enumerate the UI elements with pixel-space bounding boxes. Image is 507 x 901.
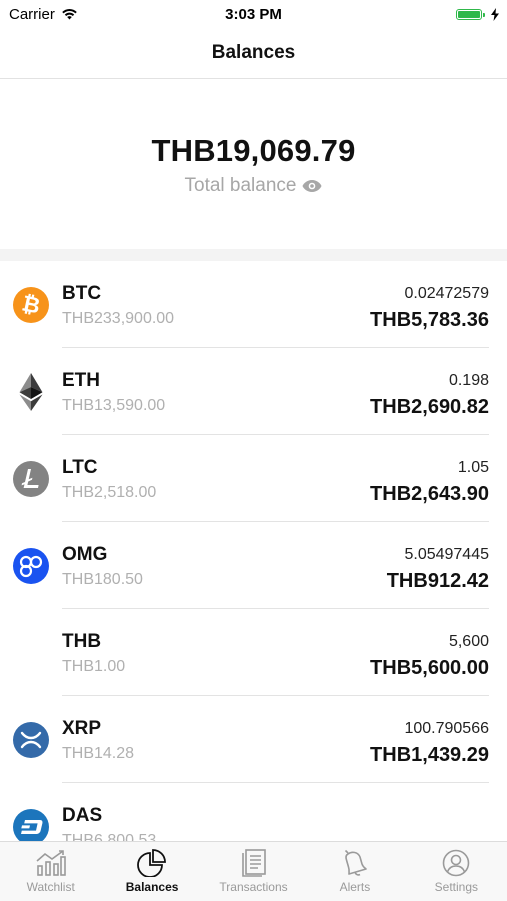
asset-price: THB1.00 bbox=[62, 658, 126, 675]
balance-list[interactable]: ₿ BTC THB233,900.00 0.02472579 THB5,783.… bbox=[0, 261, 507, 841]
balance-row-thb[interactable]: THB THB1.00 5,600 THB5,600.00 bbox=[0, 609, 507, 696]
carrier-label: Carrier bbox=[9, 5, 55, 23]
litecoin-icon bbox=[13, 461, 49, 497]
tab-label: Settings bbox=[434, 880, 478, 894]
asset-value: THB2,690.82 bbox=[370, 396, 489, 418]
settings-icon bbox=[443, 849, 470, 877]
tab-watchlist[interactable]: Watchlist bbox=[0, 842, 101, 901]
watchlist-icon bbox=[36, 850, 66, 876]
section-divider bbox=[0, 249, 507, 261]
asset-price: THB13,590.00 bbox=[62, 397, 166, 414]
charging-bolt-icon bbox=[491, 7, 499, 21]
total-balance-label-row: Total balance bbox=[185, 175, 323, 197]
asset-quantity: 5,600 bbox=[448, 633, 489, 650]
page-title: Balances bbox=[211, 42, 296, 63]
tab-label: Watchlist bbox=[26, 880, 75, 894]
balance-summary: THB19,069.79 Total balance bbox=[0, 79, 507, 249]
asset-value: THB912.42 bbox=[386, 570, 489, 592]
asset-symbol: BTC bbox=[62, 283, 102, 304]
asset-price: THB2,518.00 bbox=[62, 484, 157, 501]
transactions-icon bbox=[241, 849, 266, 877]
total-balance-amount: THB19,069.79 bbox=[151, 133, 356, 168]
balance-row-omg[interactable]: OMG THB180.50 5.05497445 THB912.42 bbox=[0, 522, 507, 609]
asset-quantity: 0.02472579 bbox=[404, 285, 489, 302]
total-balance-label: Total balance bbox=[184, 175, 297, 196]
tab-label: Transactions bbox=[219, 880, 288, 894]
asset-symbol: ETH bbox=[62, 370, 100, 391]
asset-symbol: LTC bbox=[62, 457, 98, 478]
asset-quantity: 100.790566 bbox=[404, 720, 489, 737]
ripple-icon bbox=[13, 722, 49, 758]
asset-quantity: 0.198 bbox=[448, 372, 489, 389]
balances-icon bbox=[137, 849, 167, 877]
tab-alerts[interactable]: Alerts bbox=[304, 842, 405, 901]
dash-icon bbox=[13, 809, 49, 841]
alerts-icon bbox=[344, 849, 367, 876]
asset-quantity: 1.05 bbox=[457, 459, 489, 476]
asset-price: THB233,900.00 bbox=[62, 310, 175, 327]
asset-value: THB2,643.90 bbox=[370, 483, 489, 505]
balance-row-btc[interactable]: ₿ BTC THB233,900.00 0.02472579 THB5,783.… bbox=[0, 261, 507, 348]
tab-bar: Watchlist Balances Transactions Alerts S… bbox=[0, 841, 507, 901]
balance-row-eth[interactable]: ETH THB13,590.00 0.198 THB2,690.82 bbox=[0, 348, 507, 435]
carrier-group: Carrier bbox=[0, 6, 78, 23]
tab-label: Balances bbox=[125, 880, 179, 894]
ethereum-icon bbox=[13, 373, 49, 411]
navigation-bar: Balances bbox=[0, 28, 507, 79]
balance-row-xrp[interactable]: XRP THB14.28 100.790566 THB1,439.29 bbox=[0, 696, 507, 783]
asset-value: THB5,600.00 bbox=[370, 657, 489, 679]
eye-icon[interactable] bbox=[302, 179, 322, 193]
asset-symbol: XRP bbox=[62, 718, 102, 739]
wifi-icon bbox=[62, 8, 77, 20]
asset-quantity: 5.05497445 bbox=[404, 546, 489, 563]
bitcoin-icon: ₿ bbox=[13, 287, 49, 323]
battery-icon bbox=[456, 8, 485, 20]
asset-price: THB6,800.53 bbox=[62, 832, 157, 841]
asset-price: THB180.50 bbox=[62, 571, 143, 588]
asset-symbol: DAS bbox=[62, 805, 103, 826]
omisego-icon bbox=[13, 548, 49, 584]
status-bar: Carrier 3:03 PM bbox=[0, 0, 507, 28]
balance-row-das[interactable]: DAS THB6,800.53 bbox=[0, 783, 507, 841]
battery-group bbox=[456, 7, 507, 21]
tab-transactions[interactable]: Transactions bbox=[203, 842, 304, 901]
balance-row-ltc[interactable]: LTC THB2,518.00 1.05 THB2,643.90 bbox=[0, 435, 507, 522]
asset-symbol: THB bbox=[62, 631, 102, 652]
asset-symbol: OMG bbox=[62, 544, 108, 565]
tab-balances[interactable]: Balances bbox=[101, 842, 202, 901]
tab-label: Alerts bbox=[339, 880, 371, 894]
asset-price: THB14.28 bbox=[62, 745, 135, 762]
tab-settings[interactable]: Settings bbox=[406, 842, 507, 901]
asset-value: THB1,439.29 bbox=[370, 744, 489, 766]
asset-value: THB5,783.36 bbox=[370, 309, 489, 331]
